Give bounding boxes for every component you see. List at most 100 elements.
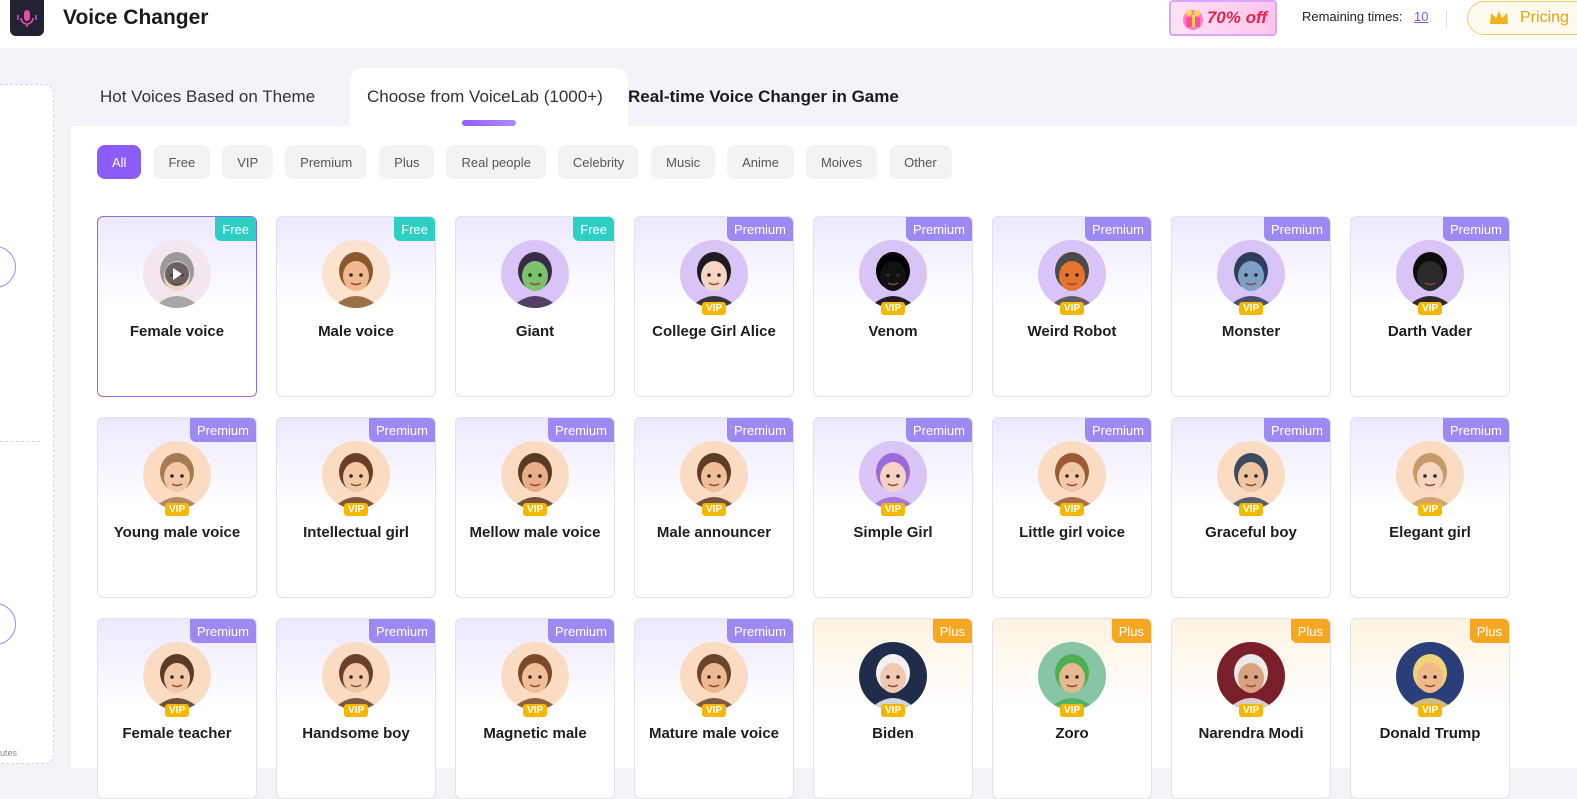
voice-card[interactable]: Premium VIP Mature male voice [634,618,794,799]
tier-badge: Premium [726,217,793,241]
voice-card[interactable]: Premium VIP Young male voice [97,417,257,598]
voice-avatar [859,441,927,509]
filter-chip-other[interactable]: Other [889,145,952,179]
voice-card[interactable]: Premium VIP Monster [1171,216,1331,397]
filter-chip-plus[interactable]: Plus [379,145,435,179]
voice-card[interactable]: Plus VIP Donald Trump [1350,618,1510,799]
voice-avatar [143,441,211,509]
filter-chip-celebrity[interactable]: Celebrity [557,145,640,179]
voice-avatar [143,642,211,710]
voice-card[interactable]: Premium VIP Graceful boy [1171,417,1331,598]
tier-badge: Premium [1442,418,1509,442]
app-title: Voice Changer [63,6,209,29]
voice-name: Male voice [318,323,394,340]
voice-name: Monster [1221,323,1281,340]
left-panel-divider [0,441,40,442]
vip-badge: VIP [881,704,906,717]
tier-badge: Premium [1084,418,1151,442]
vip-badge: VIP [1418,704,1443,717]
voice-name: Mellow male voice [469,524,601,541]
voice-avatar [322,240,390,308]
voice-avatar [1396,441,1464,509]
voice-card[interactable]: Plus VIP Narendra Modi [1171,618,1331,799]
vip-badge: VIP [344,704,369,717]
tab-realtime-game[interactable]: Real-time Voice Changer in Game [628,68,899,126]
vip-badge: VIP [881,302,906,315]
voice-card[interactable]: Premium VIP Venom [813,216,973,397]
tier-badge: Plus [1111,619,1151,643]
vip-badge: VIP [1418,302,1443,315]
voice-grid: Free Female voice Free Male voice Free Giant P… [97,216,1527,799]
voice-card[interactable]: Premium VIP Weird Robot [992,216,1152,397]
vip-badge: VIP [1418,503,1443,516]
voice-card[interactable]: Premium VIP Intellectual girl [276,417,436,598]
voice-avatar [680,642,748,710]
discount-promo-button[interactable]: 70% off [1169,0,1277,36]
filter-chip-music[interactable]: Music [651,145,716,179]
vip-badge: VIP [1060,503,1085,516]
voice-card[interactable]: Premium VIP College Girl Alice [634,216,794,397]
tier-badge: Free [573,217,614,241]
voice-name: Donald Trump [1379,725,1481,742]
tier-badge: Premium [726,619,793,643]
filter-chip-moives[interactable]: Moives [805,145,878,179]
voice-name: Elegant girl [1389,524,1471,541]
filter-chip-anime[interactable]: Anime [727,145,794,179]
voice-avatar [1038,642,1106,710]
voice-name: Venom [868,323,918,340]
voice-name: Little girl voice [1019,524,1125,541]
pricing-button[interactable]: Pricing [1467,1,1577,35]
vip-badge: VIP [1239,503,1264,516]
tier-badge: Premium [368,619,435,643]
tier-badge: Premium [726,418,793,442]
vip-badge: VIP [1060,302,1085,315]
tier-badge: Premium [368,418,435,442]
vip-badge: VIP [881,503,906,516]
tier-badge: Premium [189,418,256,442]
voice-avatar [1217,240,1285,308]
voice-card[interactable]: Premium VIP Female teacher [97,618,257,799]
voice-card[interactable]: Premium VIP Mellow male voice [455,417,615,598]
tab-hot-voices[interactable]: Hot Voices Based on Theme [100,68,315,126]
tier-badge: Free [394,217,435,241]
tier-badge: Free [215,217,256,241]
voice-card[interactable]: Premium VIP Little girl voice [992,417,1152,598]
filter-chip-vip[interactable]: VIP [222,145,274,179]
voice-card[interactable]: Premium VIP Darth Vader [1350,216,1510,397]
tab-voicelab[interactable]: Choose from VoiceLab (1000+) [350,68,628,126]
voice-avatar [501,642,569,710]
tier-badge: Premium [1263,418,1330,442]
remaining-times-value[interactable]: 10 [1414,9,1428,24]
voice-card[interactable]: Premium VIP Magnetic male [455,618,615,799]
filter-chip-real-people[interactable]: Real people [446,145,546,179]
filter-chip-premium[interactable]: Premium [285,145,368,179]
voice-card[interactable]: Premium VIP Male announcer [634,417,794,598]
voice-card[interactable]: Plus VIP Biden [813,618,973,799]
tab-bar: Hot Voices Based on Theme Choose from Vo… [71,68,1577,126]
voice-card[interactable]: Premium VIP Elegant girl [1350,417,1510,598]
left-panel-text: utes [0,748,18,758]
voice-name: Zoro [1055,725,1089,742]
voice-card[interactable]: Premium VIP Simple Girl [813,417,973,598]
voice-name: Female voice [129,323,225,340]
voice-avatar [1396,240,1464,308]
voice-avatar [322,441,390,509]
vip-badge: VIP [523,503,548,516]
filter-chip-all[interactable]: All [97,145,142,179]
promo-text: 70% off [1206,8,1267,27]
play-icon[interactable] [165,262,189,286]
voice-card[interactable]: Free Male voice [276,216,436,397]
voice-name: Male announcer [656,524,772,541]
filter-chip-free[interactable]: Free [153,145,211,179]
tier-badge: Premium [1084,217,1151,241]
crown-icon [1490,11,1508,24]
top-header: Voice Changer 70% off Remaining times: 1… [0,0,1577,48]
tab-voicelab-label: Choose from VoiceLab (1000+) [367,87,603,106]
voice-card[interactable]: Free Female voice [97,216,257,397]
voice-name: Mature male voice [648,725,780,742]
voice-card[interactable]: Premium VIP Handsome boy [276,618,436,799]
voice-card[interactable]: Free Giant [455,216,615,397]
voice-avatar [1038,441,1106,509]
voice-card[interactable]: Plus VIP Zoro [992,618,1152,799]
voice-name: Simple Girl [853,524,933,541]
